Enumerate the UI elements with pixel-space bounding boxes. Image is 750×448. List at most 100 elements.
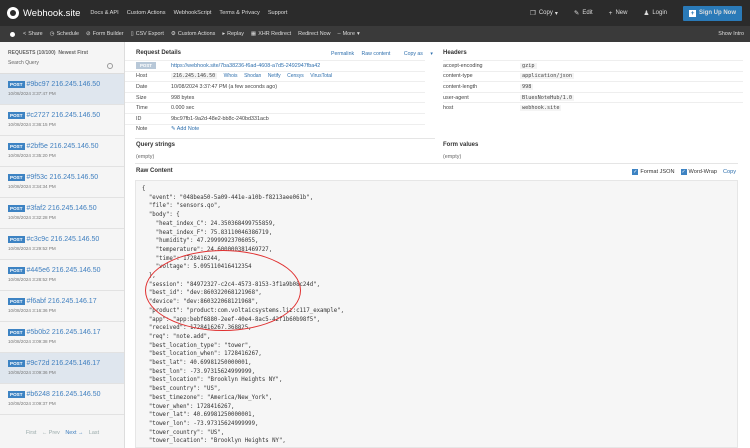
request-list-item[interactable]: POST #f6abf 216.245.146.17 10/08/2024 3:16…	[0, 291, 124, 322]
nav-terms[interactable]: Terms & Privacy	[219, 10, 259, 16]
request-timestamp: 10/08/2024 3:36:15 PM	[8, 122, 56, 127]
method-badge: POST	[8, 174, 25, 181]
headers-title: Headers	[443, 50, 467, 56]
raw-content-link[interactable]: Raw content	[362, 51, 391, 57]
xhr-redirect-button[interactable]: ▦ XHR Redirect	[251, 31, 291, 37]
edit-label: Edit	[582, 10, 593, 16]
header-key: accept-encoding	[443, 62, 483, 69]
schedule-button[interactable]: ◷ Schedule	[50, 31, 79, 37]
host-label: Host	[136, 73, 148, 80]
divider	[135, 138, 435, 139]
query-strings-empty: (empty)	[136, 154, 155, 160]
form-builder-label: Form Builder	[92, 31, 124, 37]
request-item-header: POST #c3c9c 216.245.146.50	[8, 236, 124, 243]
request-details-title: Request Details	[136, 50, 182, 56]
header-key: user-agent	[443, 94, 469, 101]
more-label: More	[342, 31, 355, 37]
method-badge: POST	[8, 391, 25, 398]
request-title: #9f53c 216.245.146.50	[26, 174, 99, 181]
censys-link[interactable]: Censys	[287, 73, 304, 79]
nav-support[interactable]: Support	[268, 10, 288, 16]
pager-next[interactable]: Next →	[65, 430, 83, 436]
form-builder-button[interactable]: ⊘ Form Builder	[86, 31, 124, 37]
show-intro-link[interactable]: Show Intro	[718, 31, 744, 37]
request-list: POST #9bc97 216.245.146.50 10/08/2024 3:37…	[0, 74, 124, 415]
raw-content-box[interactable]: { "event": "048bea50-5a09-441e-a10b-f821…	[135, 180, 738, 448]
new-button[interactable]: + New	[609, 10, 628, 17]
request-list-item[interactable]: POST #5b0b2 216.245.146.17 10/08/2024 3:09…	[0, 322, 124, 353]
requests-count: REQUESTS (10/100)	[8, 50, 56, 56]
method-badge: POST	[8, 112, 25, 119]
pager-last[interactable]: Last	[89, 430, 99, 436]
virustotal-link[interactable]: VirusTotal	[310, 73, 332, 79]
format-json-checkbox[interactable]: ✓	[632, 169, 639, 175]
request-url[interactable]: https://webhook.site/7ba38236-f6ad-4608-…	[171, 63, 320, 69]
request-list-item[interactable]: POST #9f53c 216.245.146.50 10/08/2024 3:34…	[0, 167, 124, 198]
top-nav: Docs & API Custom Actions WebhookScript …	[90, 10, 295, 16]
pager-prev[interactable]: ← Prev	[42, 430, 60, 436]
date-label: Date	[136, 83, 148, 90]
request-list-item[interactable]: POST #b6248 216.245.146.50 10/08/2024 3:09…	[0, 384, 124, 415]
sort-selector[interactable]: Newest First	[58, 50, 88, 56]
sidebar-header: REQUESTS (10/100) Newest First Search Qu…	[0, 42, 124, 74]
redirect-now-button[interactable]: Redirect Now	[298, 31, 330, 37]
request-list-item[interactable]: POST #c3c9c 216.245.146.50 10/08/2024 3:29…	[0, 229, 124, 260]
form-values-title: Form values	[443, 142, 479, 148]
add-note-button[interactable]: ✎ Add Note	[171, 126, 199, 132]
request-list-item[interactable]: POST #3faf2 216.245.146.50 10/08/2024 3:32…	[0, 198, 124, 229]
request-item-header: POST #9f53c 216.245.146.50	[8, 174, 124, 181]
request-timestamp: 10/08/2024 3:35:20 PM	[8, 153, 56, 158]
permalink-link[interactable]: Permalink	[331, 51, 354, 57]
request-list-item[interactable]: POST #9bc97 216.245.146.50 10/08/2024 3:37…	[0, 74, 124, 105]
share-button[interactable]: < Share	[23, 31, 43, 37]
nav-custom-actions[interactable]: Custom Actions	[127, 10, 166, 16]
headers-table: accept-encoding gzip content-type applicati…	[443, 60, 743, 113]
pencil-icon: ✎	[171, 126, 176, 133]
netify-link[interactable]: Netify	[268, 73, 281, 79]
signup-button[interactable]: + Sign Up Now	[683, 5, 742, 21]
settings-circle-icon[interactable]	[107, 63, 113, 69]
request-list-item[interactable]: POST #c2727 216.245.146.50 10/08/2024 3:36…	[0, 105, 124, 136]
custom-actions-button[interactable]: ⚙ Custom Actions	[171, 31, 215, 37]
method-badge: POST	[8, 81, 25, 88]
copy-as-label: Copy as	[403, 51, 423, 57]
word-wrap-checkbox[interactable]: ✓	[680, 169, 687, 175]
add-note-label: Add Note	[176, 126, 200, 133]
request-timestamp: 10/08/2024 3:37:47 PM	[8, 91, 56, 96]
nav-docs[interactable]: Docs & API	[90, 10, 118, 16]
request-list-item[interactable]: POST #9c72d 216.245.146.17 10/08/2024 3:09…	[0, 353, 124, 384]
top-navbar: Webhook.site Docs & API Custom Actions W…	[0, 0, 750, 26]
copy-raw-button[interactable]: Copy	[723, 169, 736, 175]
header-key: content-type	[443, 73, 473, 80]
pager-first[interactable]: First	[26, 430, 36, 436]
header-key: host	[443, 105, 454, 112]
header-row: host webhook.site	[443, 102, 743, 113]
csv-export-button[interactable]: ▯ CSV Export	[131, 31, 164, 37]
login-button[interactable]: ♟ Login	[643, 9, 667, 17]
body-highlight-annotation	[145, 250, 301, 331]
detail-row-id: ID 9bc97fb1-9a2d-48e2-bb8c-240bd331acb	[125, 112, 425, 124]
id-value: 9bc97fb1-9a2d-48e2-bb8c-240bd331acb	[171, 115, 269, 122]
request-title: #2bf5e 216.245.146.50	[26, 143, 99, 150]
more-button[interactable]: – More ▾	[338, 31, 360, 37]
request-details-table: POST https://webhook.site/7ba38236-f6ad-…	[125, 60, 425, 134]
form-values-empty: (empty)	[443, 154, 462, 160]
status-dot-icon	[10, 31, 15, 37]
copy-as-link[interactable]: Copy as ▾	[398, 51, 433, 57]
request-list-item[interactable]: POST #445e6 216.245.146.50 10/08/2024 3:28…	[0, 260, 124, 291]
request-timestamp: 10/08/2024 3:32:28 PM	[8, 215, 56, 220]
request-timestamp: 10/08/2024 3:29:52 PM	[8, 246, 56, 251]
whois-link[interactable]: Whois	[224, 73, 238, 79]
nav-webhookscript[interactable]: WebhookScript	[174, 10, 212, 16]
header-row: user-agent BluesNoteHub/1.0	[443, 91, 743, 103]
request-list-item[interactable]: POST #2bf5e 216.245.146.50 10/08/2024 3:35…	[0, 136, 124, 167]
brand[interactable]: Webhook.site	[7, 7, 80, 19]
signup-label: Sign Up Now	[699, 10, 736, 16]
edit-button[interactable]: ✎ Edit	[574, 9, 593, 17]
time-label: Time	[136, 105, 148, 112]
replay-button[interactable]: ▸ Replay	[222, 31, 244, 37]
csv-export-label: CSV Export	[135, 31, 164, 37]
shodan-link[interactable]: Shodan	[244, 73, 261, 79]
chevron-down-icon: ▾	[554, 10, 558, 17]
copy-button[interactable]: ❐ Copy ▾	[530, 9, 558, 17]
